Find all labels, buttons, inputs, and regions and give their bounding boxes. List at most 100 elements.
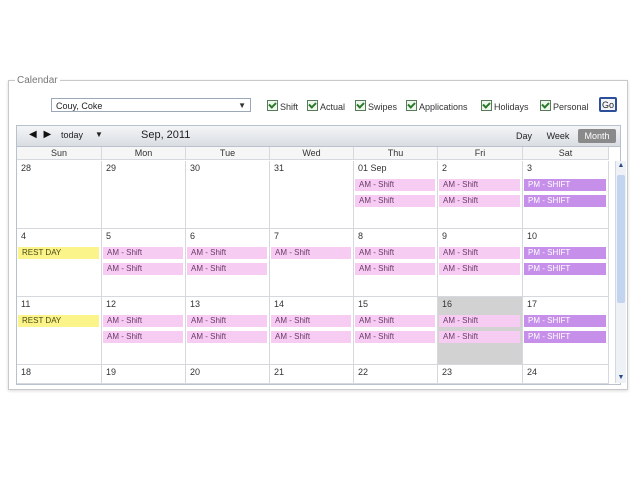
- calendar-day-cell[interactable]: 21: [270, 365, 354, 384]
- calendar-day-cell[interactable]: 17 PM - SHIFT PM - SHIFT: [523, 297, 609, 365]
- am-shift-event[interactable]: AM - Shift: [103, 247, 183, 259]
- filter-swipes[interactable]: Swipes: [355, 100, 397, 112]
- day-of-week-header: Sat: [523, 147, 609, 160]
- am-shift-event[interactable]: AM - Shift: [103, 263, 183, 275]
- filter-holidays[interactable]: Holidays: [481, 100, 529, 112]
- calendar-day-cell[interactable]: 11 REST DAY: [17, 297, 102, 365]
- calendar-day-cell[interactable]: 8 AM - Shift AM - Shift: [354, 229, 438, 297]
- checkbox-checked-icon[interactable]: [307, 100, 318, 111]
- view-month-button[interactable]: Month: [578, 129, 616, 143]
- view-week-button[interactable]: Week: [543, 129, 573, 143]
- filter-label: Swipes: [368, 102, 398, 112]
- am-shift-event[interactable]: AM - Shift: [355, 331, 435, 343]
- filter-shift[interactable]: Shift: [267, 100, 298, 112]
- am-shift-event[interactable]: AM - Shift: [103, 315, 183, 327]
- am-shift-event[interactable]: AM - Shift: [187, 247, 267, 259]
- chevron-down-icon[interactable]: ▼: [95, 130, 103, 139]
- view-day-button[interactable]: Day: [513, 129, 535, 143]
- filter-actual[interactable]: Actual: [307, 100, 345, 112]
- filter-bar: Couy, Coke ▼ Shift Actual Swipes Applica…: [9, 81, 627, 121]
- filter-applications[interactable]: Applications: [406, 100, 468, 112]
- am-shift-event[interactable]: AM - Shift: [271, 247, 351, 259]
- day-of-week-header: Thu: [354, 147, 438, 160]
- calendar-day-cell[interactable]: 20: [186, 365, 270, 384]
- calendar-day-cell[interactable]: 19: [102, 365, 186, 384]
- calendar-day-cell[interactable]: 4 REST DAY: [17, 229, 102, 297]
- am-shift-event[interactable]: AM - Shift: [187, 315, 267, 327]
- am-shift-event[interactable]: AM - Shift: [439, 263, 520, 275]
- calendar-day-cell[interactable]: 30: [186, 161, 270, 229]
- pm-shift-event[interactable]: PM - SHIFT: [524, 195, 606, 207]
- am-shift-event[interactable]: AM - Shift: [439, 247, 520, 259]
- am-shift-event[interactable]: AM - Shift: [271, 315, 351, 327]
- calendar-day-cell[interactable]: 10 PM - SHIFT PM - SHIFT: [523, 229, 609, 297]
- today-button[interactable]: today: [61, 130, 83, 140]
- calendar-day-cell[interactable]: 28: [17, 161, 102, 229]
- am-shift-event[interactable]: AM - Shift: [355, 315, 435, 327]
- calendar-day-cell[interactable]: 2 AM - Shift AM - Shift: [438, 161, 523, 229]
- day-number: 11: [21, 299, 31, 309]
- checkbox-checked-icon[interactable]: [355, 100, 366, 111]
- calendar-day-cell[interactable]: 23: [438, 365, 523, 384]
- calendar-day-cell[interactable]: 24: [523, 365, 609, 384]
- calendar-day-cell[interactable]: 31: [270, 161, 354, 229]
- day-of-week-header: Tue: [186, 147, 270, 160]
- rest-day-event[interactable]: REST DAY: [18, 247, 99, 259]
- checkbox-checked-icon[interactable]: [481, 100, 492, 111]
- day-number: 3: [527, 163, 533, 173]
- calendar-grid: ◀ ▶ today ▼ Sep, 2011 Day Week Month Sun…: [16, 125, 626, 385]
- am-shift-event[interactable]: AM - Shift: [103, 331, 183, 343]
- day-number: 29: [106, 163, 117, 173]
- filter-personal[interactable]: Personal: [540, 100, 589, 112]
- am-shift-event[interactable]: AM - Shift: [439, 195, 520, 207]
- rest-day-event[interactable]: REST DAY: [18, 315, 99, 327]
- calendar-day-cell[interactable]: 15 AM - Shift AM - Shift: [354, 297, 438, 365]
- am-shift-event[interactable]: AM - Shift: [355, 263, 435, 275]
- am-shift-event[interactable]: AM - Shift: [355, 195, 435, 207]
- day-of-week-header: Fri: [438, 147, 523, 160]
- am-shift-event[interactable]: AM - Shift: [271, 331, 351, 343]
- am-shift-event[interactable]: AM - Shift: [439, 179, 520, 191]
- pm-shift-event[interactable]: PM - SHIFT: [524, 331, 606, 343]
- checkbox-checked-icon[interactable]: [267, 100, 278, 111]
- day-number: 21: [274, 367, 285, 377]
- go-button[interactable]: Go: [599, 97, 617, 112]
- calendar-day-cell[interactable]: 9 AM - Shift AM - Shift: [438, 229, 523, 297]
- calendar-day-cell[interactable]: 01 Sep AM - Shift AM - Shift: [354, 161, 438, 229]
- am-shift-event[interactable]: AM - Shift: [187, 263, 267, 275]
- prev-next-arrows-icon[interactable]: ◀ ▶: [29, 129, 53, 140]
- am-shift-event[interactable]: AM - Shift: [439, 315, 520, 327]
- day-number: 4: [21, 231, 27, 241]
- am-shift-event[interactable]: AM - Shift: [355, 179, 435, 191]
- calendar-day-cell[interactable]: 12 AM - Shift AM - Shift: [102, 297, 186, 365]
- pm-shift-event[interactable]: PM - SHIFT: [524, 263, 606, 275]
- calendar-day-cell[interactable]: 16 AM - Shift AM - Shift: [438, 297, 523, 365]
- scroll-thumb[interactable]: [617, 175, 625, 303]
- calendar-scrollbar[interactable]: ▲ ▼: [615, 161, 626, 383]
- scroll-up-icon[interactable]: ▲: [616, 161, 626, 171]
- scroll-down-icon[interactable]: ▼: [616, 373, 626, 383]
- pm-shift-event[interactable]: PM - SHIFT: [524, 247, 606, 259]
- pm-shift-event[interactable]: PM - SHIFT: [524, 179, 606, 191]
- am-shift-event[interactable]: AM - Shift: [439, 331, 520, 343]
- checkbox-checked-icon[interactable]: [540, 100, 551, 111]
- calendar-day-cell[interactable]: 13 AM - Shift AM - Shift: [186, 297, 270, 365]
- pm-shift-event[interactable]: PM - SHIFT: [524, 315, 606, 327]
- employee-select-value: Couy, Coke: [56, 101, 103, 111]
- calendar-day-cell[interactable]: 3 PM - SHIFT PM - SHIFT: [523, 161, 609, 229]
- day-number: 15: [358, 299, 369, 309]
- employee-select[interactable]: Couy, Coke ▼: [51, 98, 251, 112]
- calendar-day-cell[interactable]: 14 AM - Shift AM - Shift: [270, 297, 354, 365]
- calendar-day-cell[interactable]: 5 AM - Shift AM - Shift: [102, 229, 186, 297]
- day-number: 7: [274, 231, 280, 241]
- calendar-day-cell[interactable]: 7 AM - Shift: [270, 229, 354, 297]
- calendar-day-cell[interactable]: 18: [17, 365, 102, 384]
- checkbox-checked-icon[interactable]: [406, 100, 417, 111]
- am-shift-event[interactable]: AM - Shift: [187, 331, 267, 343]
- calendar-day-cell[interactable]: 29: [102, 161, 186, 229]
- am-shift-event[interactable]: AM - Shift: [355, 247, 435, 259]
- calendar-panel: Calendar Couy, Coke ▼ Shift Actual Swipe…: [8, 76, 628, 390]
- calendar-day-cell[interactable]: 6 AM - Shift AM - Shift: [186, 229, 270, 297]
- day-number: 13: [190, 299, 201, 309]
- calendar-day-cell[interactable]: 22: [354, 365, 438, 384]
